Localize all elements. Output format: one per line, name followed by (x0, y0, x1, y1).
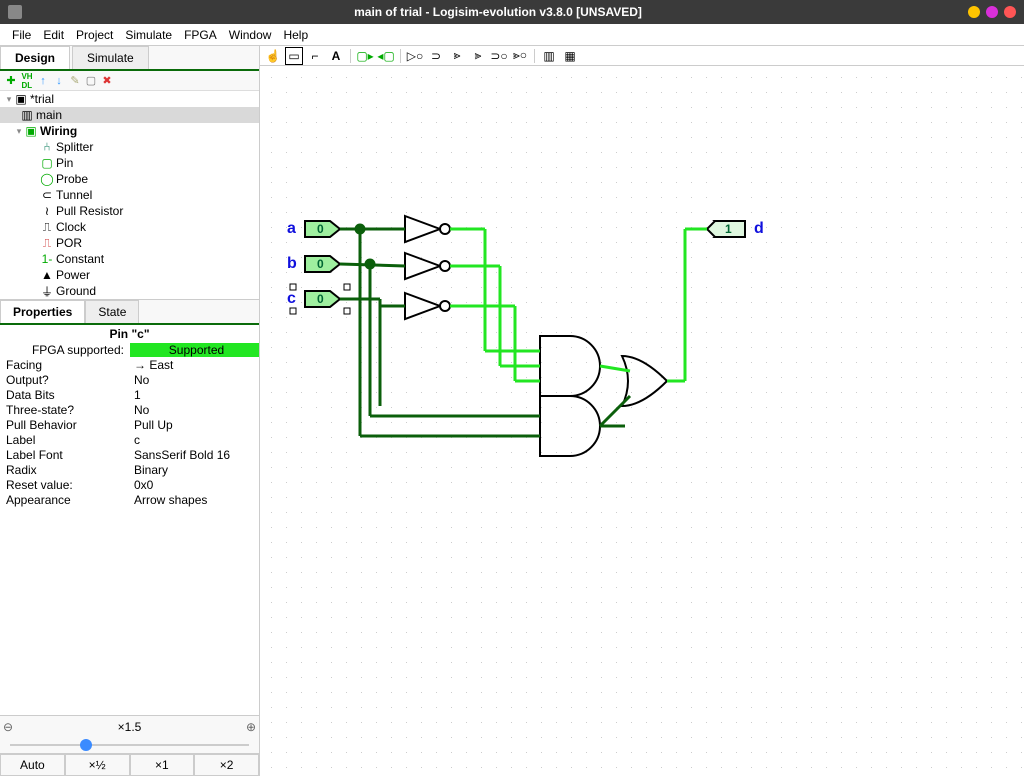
menubar: File Edit Project Simulate FPGA Window H… (0, 24, 1024, 46)
edit-icon[interactable]: ✎ (68, 74, 82, 88)
minimize-button[interactable] (968, 6, 980, 18)
xor-gate-icon[interactable]: ⫸ (469, 47, 487, 65)
down-icon[interactable]: ↓ (52, 74, 66, 88)
prop-key: Facing (0, 358, 130, 372)
dff-icon[interactable]: ▥ (540, 47, 558, 65)
register-icon[interactable]: ▦ (561, 47, 579, 65)
svg-text:0: 0 (317, 257, 324, 271)
pin-b: 0 (305, 256, 340, 272)
pin-c: 0 (305, 291, 340, 307)
tree-item-splitter[interactable]: ⑃Splitter (0, 139, 259, 155)
pin-output-icon[interactable]: ◂▢ (377, 47, 395, 65)
tree-lib-wiring[interactable]: ▾▣Wiring (0, 123, 259, 139)
tree-item-constant[interactable]: 1-Constant (0, 251, 259, 267)
add-vhdl-icon[interactable]: VHDL (20, 74, 34, 88)
nand-gate-icon[interactable]: ⊃○ (490, 47, 508, 65)
menu-edit[interactable]: Edit (43, 28, 64, 42)
zoom-in-icon[interactable]: ⊕ (243, 720, 259, 734)
tree-item-por[interactable]: ⎍POR (0, 235, 259, 251)
menu-simulate[interactable]: Simulate (125, 28, 172, 42)
prop-val[interactable]: Pull Up (130, 418, 259, 432)
tree-item-pin[interactable]: ▢Pin (0, 155, 259, 171)
pin-d: 1 (707, 221, 745, 237)
prop-key: Pull Behavior (0, 418, 130, 432)
prop-key: FPGA supported: (0, 343, 130, 357)
zoom-level: ×1.5 (16, 720, 243, 734)
up-icon[interactable]: ↑ (36, 74, 50, 88)
poke-tool-icon[interactable]: ☝ (264, 47, 282, 65)
pin-input-icon[interactable]: ▢▸ (356, 47, 374, 65)
text-tool-icon[interactable]: A (327, 47, 345, 65)
sidebar: Design Simulate ✚ VHDL ↑ ↓ ✎ ▢ ✖ ▾▣*tria… (0, 46, 260, 776)
wiring-tool-icon[interactable]: ⌐ (306, 47, 324, 65)
tree-circuit-main[interactable]: ▥main (0, 107, 259, 123)
tab-design[interactable]: Design (0, 46, 70, 69)
window-title: main of trial - Logisim-evolution v3.8.0… (28, 5, 968, 19)
tree-item-clock[interactable]: ⎍Clock (0, 219, 259, 235)
zoom-half-button[interactable]: ×½ (65, 754, 130, 776)
and-gate-icon[interactable]: ⊃ (427, 47, 445, 65)
tab-simulate[interactable]: Simulate (72, 46, 149, 69)
menu-fpga[interactable]: FPGA (184, 28, 217, 42)
circuit-svg: 0 0 0 (260, 66, 1020, 566)
tree-item-power[interactable]: ▲Power (0, 267, 259, 283)
zoom-slider[interactable] (0, 737, 259, 753)
svg-text:0: 0 (317, 292, 324, 306)
canvas-toolbar: ☝ ▭ ⌐ A ▢▸ ◂▢ ▷○ ⊃ ⪢ ⫸ ⊃○ ⪢○ ▥ ▦ (260, 46, 1024, 66)
prop-key: Radix (0, 463, 130, 477)
nor-gate-icon[interactable]: ⪢○ (511, 47, 529, 65)
svg-text:1: 1 (725, 222, 732, 236)
tree-item-tunnel[interactable]: ⊂Tunnel (0, 187, 259, 203)
menu-help[interactable]: Help (283, 28, 308, 42)
prop-val[interactable]: No (130, 403, 259, 417)
properties-table: FPGA supported:Supported Facing→ East Ou… (0, 343, 259, 508)
prop-key: Label Font (0, 448, 130, 462)
zoom-auto-button[interactable]: Auto (0, 754, 65, 776)
prop-key: Data Bits (0, 388, 130, 402)
maximize-button[interactable] (986, 6, 998, 18)
prop-val[interactable]: 0x0 (130, 478, 259, 492)
prop-val[interactable]: → East (130, 358, 259, 372)
tree-item-probe[interactable]: ◯Probe (0, 171, 259, 187)
pin-a: 0 (305, 221, 340, 237)
delete-icon[interactable]: ✖ (100, 74, 114, 88)
prop-key: Three-state? (0, 403, 130, 417)
tab-properties[interactable]: Properties (0, 300, 85, 323)
select-tool-icon[interactable]: ▭ (285, 47, 303, 65)
menu-window[interactable]: Window (229, 28, 272, 42)
zoom-out-icon[interactable]: ⊖ (0, 720, 16, 734)
prop-val[interactable]: Binary (130, 463, 259, 477)
tree-project[interactable]: ▾▣*trial (0, 91, 259, 107)
prop-val[interactable]: No (130, 373, 259, 387)
zoom-2x-button[interactable]: ×2 (194, 754, 259, 776)
zoom-1x-button[interactable]: ×1 (130, 754, 195, 776)
prop-key: Output? (0, 373, 130, 387)
prop-val[interactable]: SansSerif Bold 16 (130, 448, 259, 462)
prop-key: Label (0, 433, 130, 447)
app-icon (8, 5, 22, 19)
prop-val[interactable]: Arrow shapes (130, 493, 259, 507)
project-toolbar: ✚ VHDL ↑ ↓ ✎ ▢ ✖ (0, 71, 259, 91)
prop-val[interactable]: 1 (130, 388, 259, 402)
prop-key: Appearance (0, 493, 130, 507)
tree-item-ground[interactable]: ⏚Ground (0, 283, 259, 299)
layout-icon[interactable]: ▢ (84, 74, 98, 88)
close-button[interactable] (1004, 6, 1016, 18)
tree-item-pullresistor[interactable]: ≀Pull Resistor (0, 203, 259, 219)
circuit-canvas[interactable]: a b c d 0 0 0 (260, 66, 1024, 776)
svg-text:0: 0 (317, 222, 324, 236)
tab-state[interactable]: State (85, 300, 139, 323)
project-tree[interactable]: ▾▣*trial ▥main ▾▣Wiring ⑃Splitter ▢Pin ◯… (0, 91, 259, 299)
menu-project[interactable]: Project (76, 28, 113, 42)
menu-file[interactable]: File (12, 28, 31, 42)
not-gate-icon[interactable]: ▷○ (406, 47, 424, 65)
prop-val-fpga[interactable]: Supported (130, 343, 259, 357)
titlebar: main of trial - Logisim-evolution v3.8.0… (0, 0, 1024, 24)
add-circuit-icon[interactable]: ✚ (4, 74, 18, 88)
prop-val[interactable]: c (130, 433, 259, 447)
properties-title: Pin "c" (0, 325, 259, 343)
prop-key: Reset value: (0, 478, 130, 492)
or-gate-icon[interactable]: ⪢ (448, 47, 466, 65)
